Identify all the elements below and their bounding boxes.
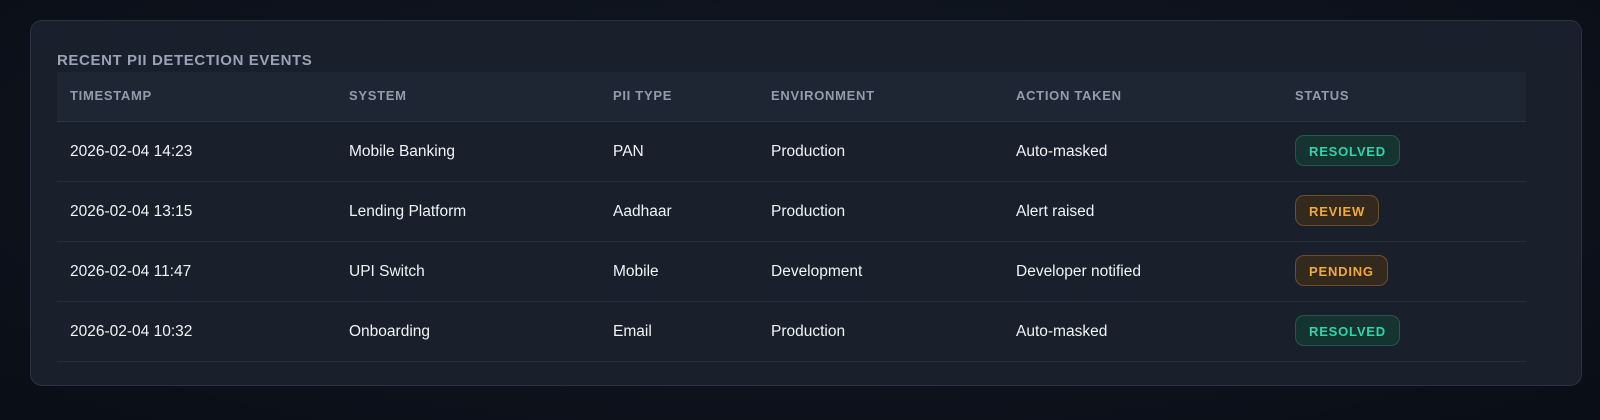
- cell-action-taken: Auto-masked: [1016, 323, 1108, 340]
- cell-timestamp: 2026-02-04 14:23: [70, 143, 193, 160]
- pii-events-panel: RECENT PII DETECTION EVENTS TIMESTAMP SY…: [30, 20, 1582, 386]
- cell-action-taken: Alert raised: [1016, 203, 1095, 220]
- cell-timestamp: 2026-02-04 11:47: [70, 263, 192, 280]
- status-badge: RESOLVED: [1295, 315, 1400, 346]
- cell-system: UPI Switch: [349, 263, 425, 280]
- status-badge: RESOLVED: [1295, 135, 1400, 166]
- table-row[interactable]: 2026-02-04 11:47 UPI Switch Mobile Devel…: [57, 242, 1526, 302]
- column-header-system[interactable]: SYSTEM: [349, 72, 407, 121]
- cell-environment: Production: [771, 203, 846, 220]
- table-row[interactable]: 2026-02-04 14:23 Mobile Banking PAN Prod…: [57, 122, 1526, 182]
- column-header-environment[interactable]: ENVIRONMENT: [771, 72, 875, 121]
- column-header-action-taken[interactable]: ACTION TAKEN: [1016, 72, 1122, 121]
- table-header: TIMESTAMP SYSTEM PII TYPE ENVIRONMENT AC…: [57, 72, 1526, 122]
- cell-system: Onboarding: [349, 323, 431, 340]
- status-badge: PENDING: [1295, 255, 1388, 286]
- table-row[interactable]: 2026-02-04 13:15 Lending Platform Aadhaa…: [57, 182, 1526, 242]
- column-header-timestamp[interactable]: TIMESTAMP: [70, 72, 152, 121]
- cell-pii-type: Mobile: [613, 263, 659, 280]
- cell-pii-type: Aadhaar: [613, 203, 672, 220]
- cell-pii-type: PAN: [613, 143, 644, 160]
- pii-events-table: TIMESTAMP SYSTEM PII TYPE ENVIRONMENT AC…: [57, 72, 1526, 362]
- panel-title: RECENT PII DETECTION EVENTS: [57, 52, 313, 69]
- column-header-status[interactable]: STATUS: [1295, 72, 1349, 121]
- cell-action-taken: Auto-masked: [1016, 143, 1108, 160]
- column-header-pii-type[interactable]: PII TYPE: [613, 72, 672, 121]
- status-badge: REVIEW: [1295, 195, 1380, 226]
- cell-system: Mobile Banking: [349, 143, 455, 160]
- cell-environment: Development: [771, 263, 863, 280]
- cell-environment: Production: [771, 143, 846, 160]
- cell-environment: Production: [771, 323, 846, 340]
- cell-system: Lending Platform: [349, 203, 467, 220]
- cell-action-taken: Developer notified: [1016, 263, 1141, 280]
- cell-timestamp: 2026-02-04 10:32: [70, 323, 193, 340]
- table-row[interactable]: 2026-02-04 10:32 Onboarding Email Produc…: [57, 302, 1526, 362]
- cell-timestamp: 2026-02-04 13:15: [70, 203, 193, 220]
- cell-pii-type: Email: [613, 323, 652, 340]
